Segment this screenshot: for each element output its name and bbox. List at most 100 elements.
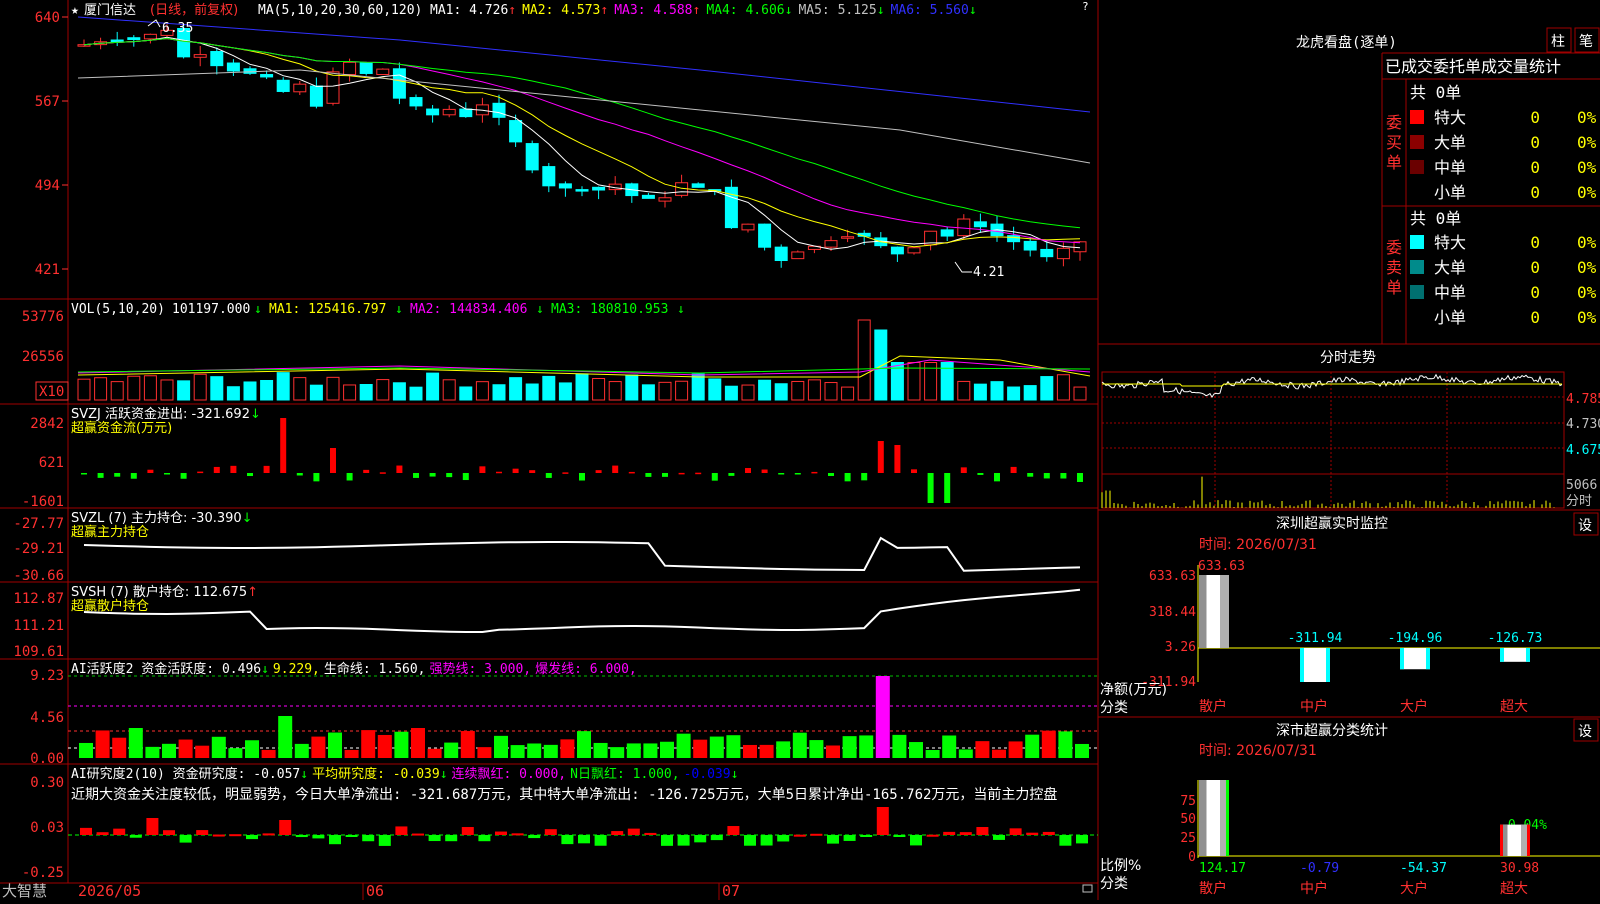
volume-bar (276, 372, 290, 401)
activity-bar (643, 743, 658, 758)
volume-bar (1040, 376, 1054, 401)
candle-body (1023, 240, 1037, 251)
fund-flow-bar (711, 473, 718, 481)
svg-text:101197.000: 101197.000 (172, 302, 250, 317)
monitor-category: 中户 (1300, 698, 1328, 715)
volume-bar (807, 379, 821, 401)
fund-flow-bar (695, 472, 702, 475)
volume-bar (608, 381, 622, 401)
research-bar (295, 835, 308, 838)
candle-body (293, 83, 307, 93)
candle-body (143, 33, 157, 40)
row-label: 中单 (1434, 158, 1466, 177)
activity-bar (842, 736, 857, 758)
star-icon[interactable]: ★ (71, 3, 79, 18)
row-value: 0 (1530, 308, 1540, 327)
volume-bar (426, 372, 440, 401)
svg-text:柱: 柱 (1551, 34, 1565, 50)
fund-flow-bar (296, 473, 303, 476)
volume-bar (127, 375, 141, 401)
classify-axis-label: 75 (1180, 794, 1196, 809)
classify-title: 深市超赢分类统计 (1276, 722, 1388, 739)
candle-body (758, 223, 772, 248)
row-percent: 0% (1577, 258, 1597, 277)
fund-flow-bar (97, 473, 104, 478)
monitor-bar-edge (1400, 648, 1404, 670)
research-bar (810, 833, 823, 836)
candle-body (77, 44, 91, 47)
classify-bar-shade (1199, 780, 1207, 856)
volume-bar (791, 380, 805, 401)
lock-icon[interactable] (1082, 884, 1093, 893)
svg-text:4.730: 4.730 (1566, 417, 1600, 432)
monitor-bar (1400, 648, 1430, 670)
volume-bar (658, 381, 672, 401)
research-bar (860, 835, 873, 837)
fund-flow-bar (894, 445, 901, 473)
activity-bar (411, 728, 425, 758)
row-label: 特大 (1434, 233, 1466, 252)
stats-tab-title[interactable]: 已成交委托单成交量统计 (1385, 57, 1561, 76)
volume-bar (592, 378, 606, 401)
row-percent: 0% (1577, 108, 1597, 127)
research-bar (246, 835, 258, 840)
fund-flow-bar (811, 471, 818, 474)
volume-bar (957, 380, 971, 401)
activity-bars (79, 676, 1089, 758)
help-icon[interactable]: ? (1082, 0, 1089, 13)
candle-body (376, 68, 390, 76)
research-bar (627, 828, 640, 835)
research-bar (993, 835, 1005, 840)
volume-bar (226, 386, 240, 401)
svzj-header: SVZJ 活跃资金进出: -321.692↓ 超赢资金流(万元) (71, 406, 261, 436)
svg-text:MA1: 125416.797: MA1: 125416.797 (269, 302, 386, 317)
research-bar (511, 833, 524, 836)
volume-bar (492, 384, 506, 401)
sz-classify-stats: 深市超赢分类统计 设 时间: 2026/07/31 -0.04% 7550250… (1098, 716, 1600, 897)
monitor-bar-edge (1300, 648, 1304, 682)
monitor-bar-edge (1526, 648, 1530, 662)
fund-flow-bar (960, 467, 967, 473)
fund-flow-bar (512, 468, 519, 473)
monitor-bar-chart: 633.63318.443.26-311.94散户-311.94中户-194.9… (1141, 565, 1600, 715)
fund-flow-bar (911, 469, 917, 473)
candle-body (940, 229, 954, 237)
research-bar (561, 835, 574, 845)
candle-body (641, 194, 655, 199)
svg-text:单: 单 (1386, 278, 1402, 297)
volume-bar (77, 378, 91, 401)
svg-text:-29.21: -29.21 (13, 541, 64, 557)
period-label[interactable]: (日线，前复权) (150, 2, 238, 18)
classify-axis-label: 0 (1188, 850, 1196, 865)
activity-bar (875, 676, 890, 758)
ma-label: MA(5,10,20,30,60,120) (258, 3, 422, 18)
svsh-axis: 112.87 111.21 109.61 (13, 591, 64, 660)
volume-bar (542, 375, 556, 401)
candle-body (774, 246, 788, 262)
monitor-top-value: 633.63 (1198, 559, 1245, 574)
row-percent: 0% (1577, 158, 1597, 177)
sell-total: 共 0单 (1410, 209, 1461, 228)
research-bar (279, 820, 292, 835)
svg-text:112.87: 112.87 (13, 591, 64, 607)
research-bar (694, 835, 707, 843)
activity-bar (809, 740, 824, 758)
research-bar (976, 827, 989, 835)
row-percent: 0% (1577, 283, 1597, 302)
row-label: 大单 (1434, 258, 1466, 277)
candle-body (442, 108, 456, 116)
legend-swatch (1410, 185, 1424, 199)
fund-flow-bar (579, 473, 585, 481)
candle-body (309, 85, 323, 107)
stock-name[interactable]: 厦门信达 (84, 3, 136, 18)
fund-flow-bar (562, 472, 569, 474)
classify-xlabel: 分类 (1100, 876, 1128, 892)
candle-body (1073, 241, 1087, 253)
research-bar (461, 827, 474, 835)
research-bar (777, 835, 790, 842)
sell-rows: 特大 0 0% 大单 0 0% 中单 0 0% 小单 0 0% (1410, 233, 1597, 327)
svg-text:621: 621 (39, 455, 64, 471)
research-bar (163, 830, 175, 835)
svg-text:AI研究度2(10) 资金研究度: -0.057↓平均研究度: AI研究度2(10) 资金研究度: -0.057↓ 平均研究度: -0.039↓ 连… (71, 766, 738, 782)
candlestick-chart[interactable] (77, 24, 1087, 268)
